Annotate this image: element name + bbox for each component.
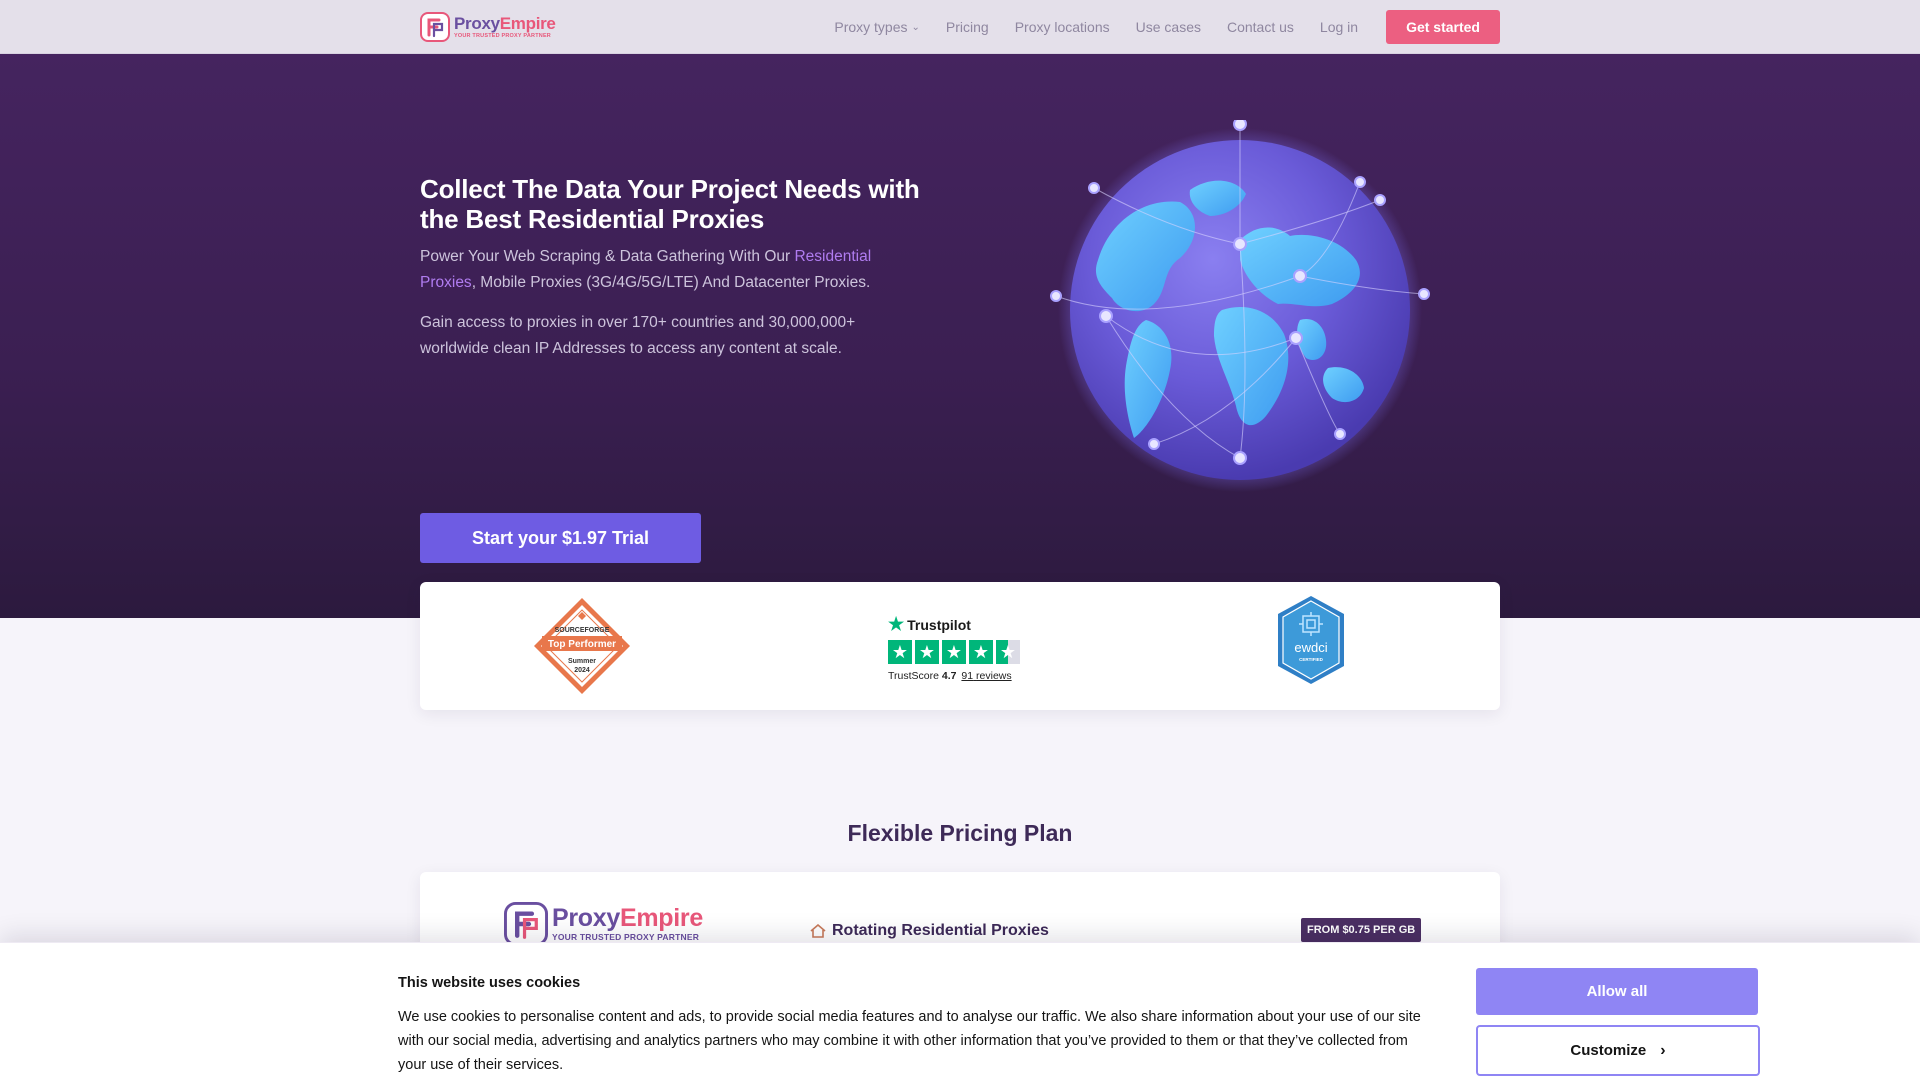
pricing-heading: Flexible Pricing Plan bbox=[847, 820, 1073, 846]
sourceforge-badge[interactable]: SOURCEFORGE Top Performer Summer 2024 bbox=[532, 596, 632, 696]
globe-illustration bbox=[1050, 120, 1430, 492]
house-icon bbox=[810, 924, 826, 938]
ewdci-certified-badge[interactable]: ewdci CERTIFIED bbox=[1276, 594, 1346, 686]
logo-name-part2: Empire bbox=[499, 13, 556, 33]
trustscore-label: TrustScore bbox=[888, 670, 939, 682]
cookie-banner: This website uses cookies We use cookies… bbox=[0, 942, 1920, 1080]
customize-label: Customize bbox=[1570, 1042, 1647, 1059]
ewdci-label: ewdci bbox=[1294, 640, 1327, 655]
nav-link-proxy-locations[interactable]: Proxy locations bbox=[1015, 19, 1110, 35]
hero-section: Collect The Data Your Project Needs with… bbox=[0, 54, 1920, 618]
star-icon: ★ bbox=[969, 640, 993, 664]
nav-inner: ProxyEmpire YOUR TRUSTED PROXY PARTNER P… bbox=[420, 0, 1500, 54]
nav-link-proxy-types[interactable]: Proxy types ⌄ bbox=[834, 19, 920, 35]
star-icon: ★ bbox=[942, 640, 966, 664]
star-icon: ★ bbox=[915, 640, 939, 664]
nav-link-label: Proxy types bbox=[834, 19, 908, 35]
reviews-count: 91 bbox=[961, 670, 974, 682]
allow-all-button[interactable]: Allow all bbox=[1476, 968, 1758, 1015]
plan-logo-text: ProxyEmpire YOUR TRUSTED PROXY PARTNER bbox=[552, 906, 703, 942]
sourceforge-season: Summer bbox=[568, 658, 596, 665]
plan-logo-part2: Empire bbox=[619, 904, 703, 933]
logo-name: ProxyEmpire bbox=[454, 15, 556, 32]
chevron-down-icon: ⌄ bbox=[911, 21, 920, 33]
trustpilot-reviews-link[interactable]: 91 reviews bbox=[961, 670, 1011, 682]
nav-link-contact-us[interactable]: Contact us bbox=[1227, 19, 1294, 35]
top-nav: ProxyEmpire YOUR TRUSTED PROXY PARTNER P… bbox=[0, 0, 1920, 54]
logo-name-part1: Proxy bbox=[454, 13, 500, 33]
half-star-icon: ★ bbox=[996, 640, 1020, 664]
hero-subtitle: Power Your Web Scraping & Data Gathering… bbox=[420, 244, 920, 296]
plan-logo-part1: Proxy bbox=[552, 904, 620, 933]
chevron-right-icon: › bbox=[1660, 1041, 1666, 1059]
cookie-title: This website uses cookies bbox=[398, 975, 581, 991]
reviews-label: reviews bbox=[976, 670, 1012, 682]
sourceforge-brand: SOURCEFORGE bbox=[555, 627, 610, 634]
plan-title: Rotating Residential Proxies bbox=[810, 922, 1049, 940]
plan-name-text: Rotating Residential Proxies bbox=[832, 922, 1049, 939]
hero-title: Collect The Data Your Project Needs with… bbox=[420, 174, 920, 234]
proxyempire-logo-icon bbox=[420, 12, 450, 42]
hero-subtitle-text: Power Your Web Scraping & Data Gathering… bbox=[420, 248, 795, 265]
plan-logo-name: ProxyEmpire bbox=[552, 906, 703, 931]
logo[interactable]: ProxyEmpire YOUR TRUSTED PROXY PARTNER bbox=[420, 12, 556, 42]
cookie-description: We use cookies to personalise content an… bbox=[398, 1009, 1421, 1073]
ewdci-sublabel: CERTIFIED bbox=[1299, 657, 1324, 662]
nav-link-use-cases[interactable]: Use cases bbox=[1136, 19, 1201, 35]
nav-links: Proxy types ⌄ Pricing Proxy locations Use… bbox=[834, 10, 1500, 44]
trust-badges-card: SOURCEFORGE Top Performer Summer 2024 ★ … bbox=[420, 582, 1500, 710]
hero-subtitle-text-after: , Mobile Proxies (3G/4G/5G/LTE) And Data… bbox=[471, 274, 871, 291]
logo-tagline: YOUR TRUSTED PROXY PARTNER bbox=[454, 32, 551, 39]
get-started-button[interactable]: Get started bbox=[1386, 10, 1500, 44]
star-icon: ★ bbox=[888, 640, 912, 664]
price-badge: FROM $0.75 PER GB bbox=[1301, 918, 1422, 942]
nav-link-log-in[interactable]: Log in bbox=[1320, 19, 1358, 35]
proxyempire-logo-icon bbox=[504, 902, 548, 946]
trustpilot-brand: Trustpilot bbox=[907, 616, 971, 633]
trustscore-value: 4.7 bbox=[941, 670, 957, 682]
trustpilot-widget[interactable]: ★ Trustpilot ★ ★ ★ ★ ★ TrustScore 4.7 91… bbox=[888, 614, 1028, 682]
sourceforge-title: Top Performer bbox=[548, 639, 616, 650]
hero-paragraph: Gain access to proxies in over 170+ coun… bbox=[420, 314, 856, 357]
plan-logo: ProxyEmpire YOUR TRUSTED PROXY PARTNER bbox=[504, 902, 703, 946]
trustpilot-stars: ★ ★ ★ ★ ★ bbox=[888, 640, 1028, 664]
plan-logo-tagline: YOUR TRUSTED PROXY PARTNER bbox=[552, 932, 700, 943]
customize-button[interactable]: Customize › bbox=[1476, 1025, 1760, 1076]
trustpilot-score: TrustScore 4.7 91 reviews bbox=[888, 670, 1028, 682]
trustpilot-header: ★ Trustpilot bbox=[888, 614, 1028, 635]
nav-link-pricing[interactable]: Pricing bbox=[946, 19, 989, 35]
logo-text: ProxyEmpire YOUR TRUSTED PROXY PARTNER bbox=[454, 15, 556, 40]
hero-text: Collect The Data Your Project Needs with… bbox=[420, 174, 920, 563]
start-trial-button[interactable]: Start your $1.97 Trial bbox=[420, 513, 701, 563]
trustpilot-star-icon: ★ bbox=[888, 614, 905, 634]
sourceforge-year: 2024 bbox=[574, 667, 590, 674]
